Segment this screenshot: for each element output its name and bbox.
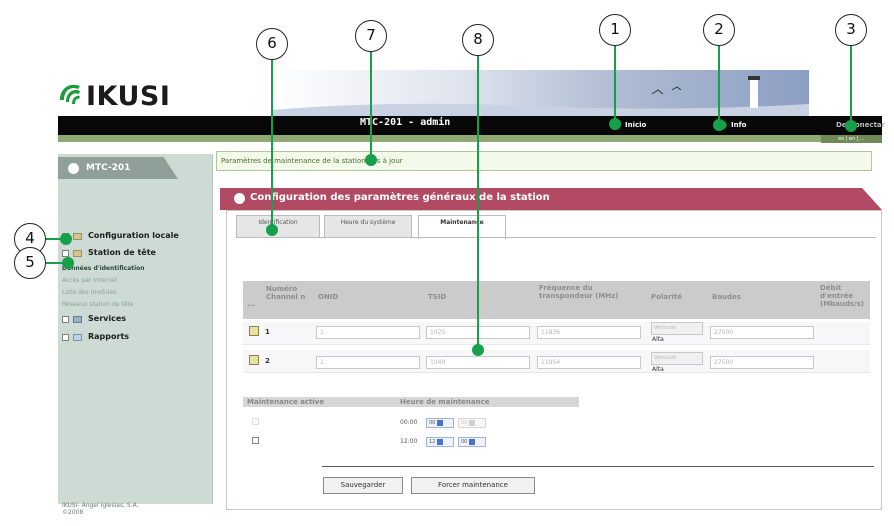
sidebar — [58, 154, 213, 504]
minute-select[interactable]: 00 — [458, 418, 486, 428]
maintenance-active-header: Maintenance active — [247, 398, 325, 406]
maintenance-active-checkbox[interactable] — [252, 418, 259, 425]
callout-dot — [62, 257, 74, 269]
callout-6: 6 — [256, 28, 288, 60]
table-header-onid: ONID — [318, 293, 339, 301]
callout-dot — [60, 233, 72, 245]
device-title: MTC-201 - admin — [360, 117, 451, 128]
maintenance-time-header: Heure de maintenance — [400, 398, 490, 406]
baud-input[interactable]: 27500 — [710, 356, 814, 369]
callout-7: 7 — [355, 20, 387, 52]
table-header-input-rate: Débit d'entrée (Mbauds/s) — [820, 284, 864, 308]
callout-line — [850, 44, 852, 126]
table-header-baud: Baudes — [712, 293, 741, 301]
sidebar-subitem-modules[interactable]: Liste des modules — [62, 289, 116, 296]
copyright-footer: IKUSI- Ángel Iglesias, S.A. ©2008 — [62, 502, 139, 516]
callout-1: 1 — [599, 14, 631, 46]
sidebar-subitem-identification[interactable]: Données d'identification — [62, 265, 145, 272]
sidebar-item-local-config[interactable]: Configuration locale — [88, 231, 179, 240]
onid-input[interactable]: 1 — [316, 356, 420, 369]
tab-identification[interactable]: Identification — [236, 215, 320, 238]
baud-input[interactable]: 27500 — [710, 326, 814, 339]
logout-link[interactable]: Desconectar — [836, 121, 885, 129]
tsid-input[interactable]: 1049 — [426, 356, 530, 369]
expand-icon[interactable] — [62, 334, 69, 341]
table-header-tsid: TSID — [428, 293, 447, 301]
table-header-polarity: Polarité — [651, 293, 683, 301]
polarity-band: Alta — [652, 336, 664, 343]
row-number: 1 — [265, 328, 270, 336]
polarity-select[interactable]: Verticale — [651, 352, 703, 365]
edit-icon[interactable] — [249, 355, 259, 365]
tab-system-time[interactable]: Heure du système — [324, 215, 412, 238]
reports-icon — [73, 334, 82, 341]
callout-line — [477, 56, 479, 350]
expand-icon[interactable] — [62, 250, 69, 257]
tab-divider — [236, 237, 876, 238]
table-header-frequency: Fréquence du transpondeur (MHz) — [539, 284, 619, 300]
hour-select[interactable]: 12 — [426, 437, 454, 447]
callout-dot — [845, 120, 857, 132]
sidebar-item-headend[interactable]: Station de tête — [88, 248, 156, 257]
maintenance-time: 00:00 — [400, 419, 418, 426]
callout-dot — [713, 119, 725, 131]
callout-line — [271, 60, 273, 230]
callout-dot — [365, 154, 377, 166]
sidebar-subitem-internet-access[interactable]: Accès par Internet — [62, 277, 117, 284]
sidebar-subitem-networks[interactable]: Réseaux station de tête — [62, 301, 133, 308]
callout-dot — [472, 344, 484, 356]
frequency-input[interactable]: 11836 — [537, 326, 641, 339]
frequency-input[interactable]: 11954 — [537, 356, 641, 369]
callout-dot — [609, 118, 621, 130]
minute-select[interactable]: 00 — [458, 437, 486, 447]
config-icon — [234, 193, 245, 204]
save-button[interactable]: Sauvegarder — [323, 477, 403, 494]
button-separator — [322, 466, 874, 467]
callout-3: 3 — [835, 14, 867, 46]
maintenance-active-checkbox[interactable] — [252, 437, 259, 444]
callout-line — [718, 46, 720, 124]
tab-maintenance[interactable]: Maintenance — [418, 215, 506, 239]
onid-input[interactable]: 1 — [316, 326, 420, 339]
top-navigation-bar — [58, 116, 882, 135]
info-link[interactable]: Info — [731, 121, 746, 129]
home-link[interactable]: Inicio — [625, 121, 646, 129]
callout-2: 2 — [703, 14, 735, 46]
sidebar-tab-label: MTC-201 — [86, 163, 131, 173]
callout-dot — [266, 224, 278, 236]
sidebar-item-reports[interactable]: Rapports — [88, 332, 129, 341]
header-banner — [272, 70, 809, 116]
folder-icon — [73, 233, 82, 240]
callout-line — [370, 52, 372, 160]
expand-icon[interactable] — [62, 316, 69, 323]
sidebar-item-services[interactable]: Services — [88, 314, 126, 323]
polarity-select[interactable]: Verticale — [651, 322, 703, 335]
callout-8: 8 — [462, 24, 494, 56]
table-header-channel: Numéro Channel n — [266, 285, 306, 301]
device-icon — [68, 163, 79, 174]
callout-line — [614, 46, 616, 124]
force-maintenance-button[interactable]: Forcer maintenance — [411, 477, 535, 494]
language-selector[interactable]: es | en | ... — [821, 135, 882, 143]
folder-icon — [73, 250, 82, 257]
panel-title: Configuration des paramètres généraux de… — [250, 192, 550, 203]
polarity-band: Alta — [652, 366, 664, 373]
table-header-select: ... — [247, 300, 255, 308]
header-subbar — [58, 135, 882, 142]
row-number: 2 — [265, 357, 270, 365]
services-icon — [73, 316, 82, 323]
maintenance-time: 12:00 — [400, 438, 418, 445]
hour-select[interactable]: 00 — [426, 418, 454, 428]
edit-icon[interactable] — [249, 326, 259, 336]
callout-5: 5 — [14, 247, 46, 279]
logo-text: IKUSI — [86, 81, 171, 112]
